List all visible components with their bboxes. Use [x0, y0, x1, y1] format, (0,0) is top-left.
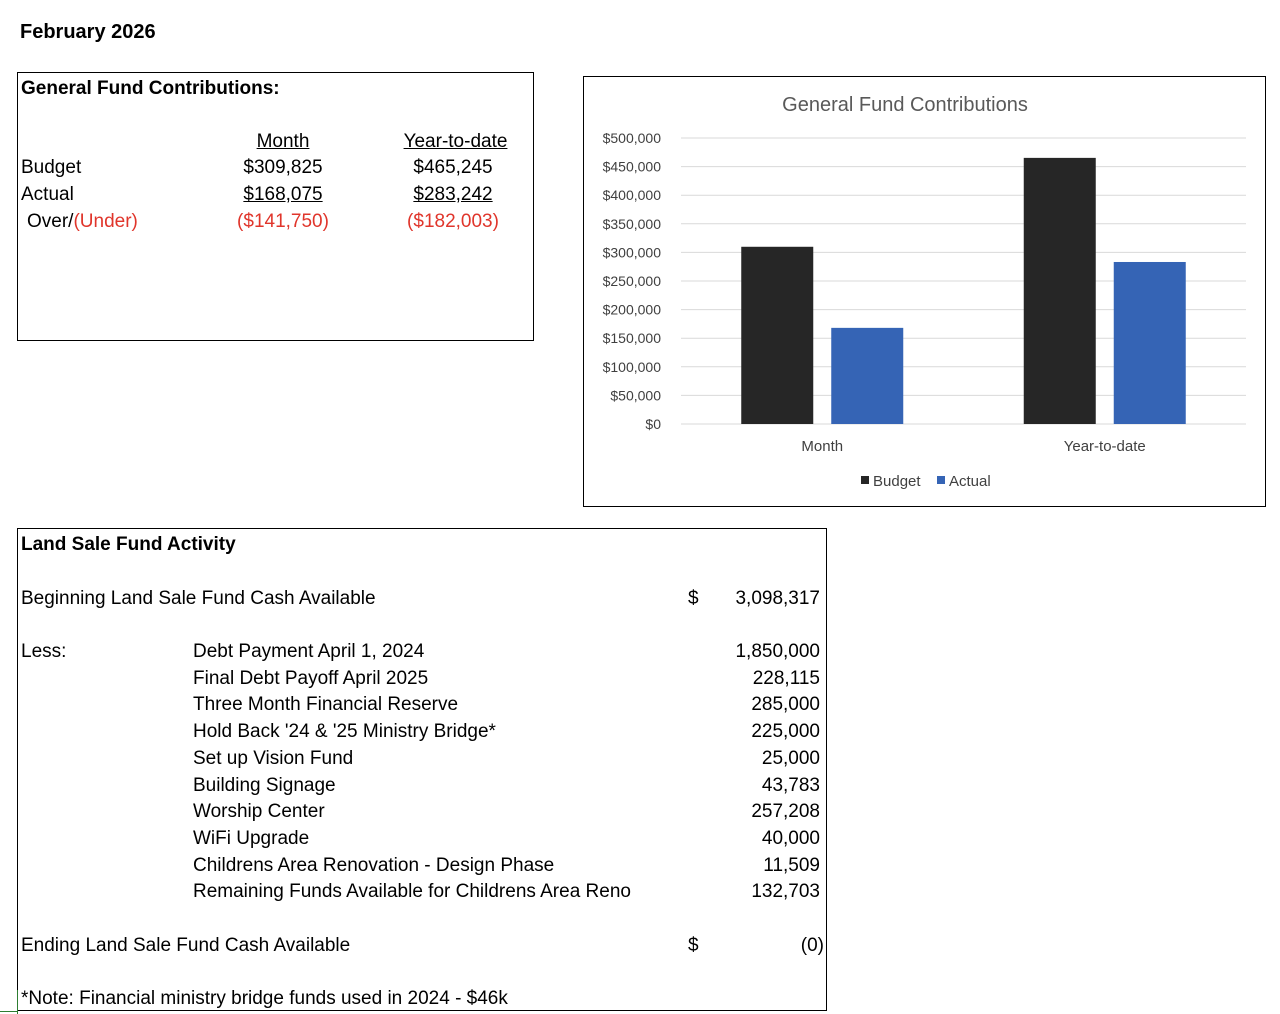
y-tick-label: $500,000	[603, 130, 662, 146]
bar-actual-1	[1113, 261, 1186, 424]
y-tick-label: $0	[645, 416, 661, 432]
beginning-currency: $	[688, 588, 699, 609]
ending-value: (0)	[800, 935, 824, 956]
y-tick-label: $450,000	[603, 159, 662, 175]
x-category-label: Month	[801, 438, 843, 455]
under-label: (Under)	[73, 211, 138, 232]
actual-ytd: $283,242	[413, 184, 493, 205]
col-header-ytd: Year-to-date	[403, 131, 508, 152]
land-item-value: 43,783	[761, 774, 820, 796]
bar-budget-1	[1023, 157, 1096, 424]
land-item-label: Remaining Funds Available for Childrens …	[193, 881, 631, 903]
legend-swatch	[937, 476, 945, 484]
land-item-value: 11,509	[763, 854, 820, 876]
y-tick-label: $300,000	[603, 244, 662, 260]
land-item-value: 228,115	[752, 667, 820, 689]
land-sale-table: Land Sale Fund Activity Beginning Land S…	[17, 528, 827, 1011]
less-label: Less:	[21, 641, 67, 662]
land-item-label: Worship Center	[193, 801, 325, 823]
budget-ytd: $465,245	[413, 157, 493, 178]
x-category-label: Year-to-date	[1064, 438, 1146, 455]
over-under-label: Over/(Under)	[27, 211, 138, 233]
bar-budget-0	[741, 246, 814, 424]
land-item-value: 225,000	[751, 721, 820, 743]
beginning-value: 3,098,317	[735, 588, 820, 609]
budget-month: $309,825	[243, 157, 323, 178]
y-tick-label: $150,000	[603, 330, 662, 346]
land-item-label: Final Debt Payoff April 2025	[193, 667, 429, 689]
legend-label: Actual	[949, 473, 991, 490]
land-item-value: 132,703	[751, 881, 820, 903]
actual-month: $168,075	[243, 184, 323, 205]
chart-title: General Fund Contributions	[782, 94, 1028, 116]
chart-svg: General Fund Contributions $0 $50,000 $100,…	[603, 94, 1246, 490]
cell-marker-vertical	[17, 990, 18, 1014]
land-item-label: Hold Back '24 & '25 Ministry Bridge*	[193, 721, 496, 743]
land-item-label: Childrens Area Renovation - Design Phase	[193, 854, 555, 876]
y-tick-label: $350,000	[603, 216, 662, 232]
y-tick-label: $250,000	[603, 273, 662, 289]
beginning-label: Beginning Land Sale Fund Cash Available	[21, 588, 376, 609]
land-item-value: 25,000	[761, 747, 820, 769]
over-label: Over/	[27, 211, 74, 232]
land-item-value: 257,208	[751, 801, 820, 823]
legend-swatch	[861, 476, 869, 484]
cell-marker	[0, 1011, 18, 1012]
ending-label: Ending Land Sale Fund Cash Available	[21, 935, 351, 956]
land-item-value: 285,000	[751, 694, 820, 716]
diff-ytd: ($182,003)	[407, 211, 499, 232]
y-tick-label: $200,000	[603, 302, 662, 318]
budget-label: Budget	[21, 157, 82, 178]
ending-currency: $	[688, 935, 699, 956]
actual-label: Actual	[21, 184, 74, 205]
legend-label: Budget	[873, 473, 921, 490]
general-fund-table: General Fund Contributions: Month Year-t…	[17, 72, 534, 341]
page-title: February 2026	[20, 21, 156, 43]
land-item-label: Building Signage	[193, 774, 336, 796]
col-header-month: Month	[256, 131, 310, 152]
diff-month: ($141,750)	[237, 211, 329, 232]
footnote: *Note: Financial ministry bridge funds u…	[21, 988, 508, 1009]
general-fund-chart: General Fund Contributions $0 $50,000 $100,…	[583, 76, 1266, 507]
y-tick-label: $100,000	[603, 359, 662, 375]
general-fund-title: General Fund Contributions:	[21, 78, 280, 99]
y-tick-label: $400,000	[603, 187, 662, 203]
land-item-label: Set up Vision Fund	[193, 747, 354, 769]
bar-actual-0	[831, 327, 904, 424]
land-item-value: 40,000	[761, 827, 820, 849]
land-item-label: WiFi Upgrade	[193, 827, 310, 849]
y-tick-label: $50,000	[610, 387, 661, 403]
land-item-label: Three Month Financial Reserve	[193, 694, 459, 716]
land-item-label: Debt Payment April 1, 2024	[193, 641, 425, 662]
land-sale-title: Land Sale Fund Activity	[21, 534, 236, 555]
land-item-value: 1,850,000	[735, 641, 820, 662]
